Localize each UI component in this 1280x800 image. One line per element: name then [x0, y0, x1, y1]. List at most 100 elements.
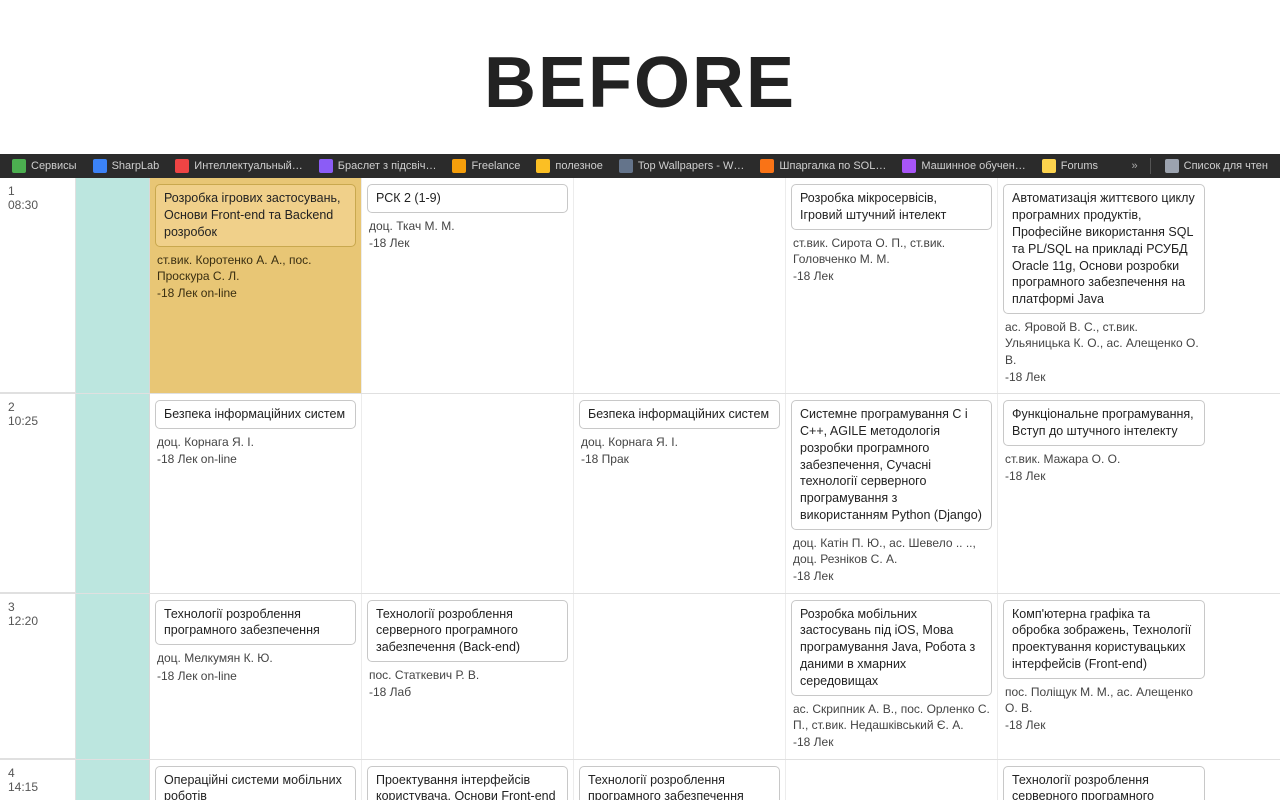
lesson-room: -18 Лек [367, 234, 568, 251]
schedule-cell[interactable]: Технології розроблення програмного забез… [574, 760, 786, 800]
schedule-cell[interactable]: Автоматизація життєвого циклу програмних… [998, 178, 1210, 393]
schedule-cell[interactable] [574, 594, 786, 759]
lesson-title-card: Функціональне програмування, Вступ до шт… [1003, 400, 1205, 446]
schedule-cell[interactable]: Безпека інформаційних систем доц. Корнаг… [574, 394, 786, 593]
schedule-cell[interactable]: Технології розроблення програмного забез… [150, 594, 362, 759]
lesson-teacher: доц. Мелкумян К. Ю. [155, 649, 356, 666]
lesson-room: -18 Прак [579, 450, 780, 467]
lesson-teacher: ст.вик. Коротенко А. А., пос. Проскура С… [155, 251, 356, 284]
bookmark-label: Браслет з підсвіч… [338, 160, 437, 172]
lesson-title-card: Автоматизація життєвого циклу програмних… [1003, 184, 1205, 314]
lesson-room: -18 Лек [791, 267, 992, 284]
schedule-cell[interactable] [362, 394, 574, 593]
bookmark-icon [12, 159, 26, 173]
bookmark-item[interactable]: SharpLab [87, 156, 166, 176]
lesson-room: -18 Лек [1003, 368, 1205, 385]
spacer-cell [76, 594, 150, 759]
period-time: 08:30 [8, 198, 67, 212]
bookmark-item[interactable]: Браслет з підсвіч… [313, 156, 443, 176]
bookmark-item[interactable]: Шпаргалка по SOL… [754, 156, 892, 176]
bookmark-icon [175, 159, 189, 173]
schedule-cell[interactable]: Системне програмування C і C++, AGILE ме… [786, 394, 998, 593]
lesson-teacher: пос. Статкевич Р. В. [367, 666, 568, 683]
schedule-cell[interactable] [574, 178, 786, 393]
lesson-title-card: Технології розроблення серверного програ… [1003, 766, 1205, 800]
period-cell: 1 08:30 [0, 178, 76, 393]
bookmark-item[interactable]: Сервисы [6, 156, 83, 176]
period-ordinal: 4 [8, 766, 15, 780]
bookmark-item[interactable]: Интеллектуальный… [169, 156, 308, 176]
bookmark-label: Top Wallpapers - W… [638, 160, 745, 172]
bookmark-label: SharpLab [112, 160, 160, 172]
schedule-cell[interactable]: Технології розроблення серверного програ… [362, 594, 574, 759]
lesson-teacher: доц. Корнага Я. І. [155, 433, 356, 450]
bookmark-icon [319, 159, 333, 173]
lesson-room: -18 Лек [1003, 716, 1205, 733]
schedule-cell[interactable]: Операційні системи мобільних роботів доц… [150, 760, 362, 800]
lesson-title-card: Розробка мобільних застосувань під iOS, … [791, 600, 992, 696]
schedule-cell[interactable]: Розробка мобільних застосувань під iOS, … [786, 594, 998, 759]
lesson-title-card: Безпека інформаційних систем [155, 400, 356, 429]
schedule-cell[interactable]: Проектування інтерфейсів користувача, Ос… [362, 760, 574, 800]
lesson-room: -18 Лек [791, 567, 992, 584]
lesson-title-card: Технології розроблення програмного забез… [155, 600, 356, 646]
bookmark-icon [1042, 159, 1056, 173]
lesson-title-card: Безпека інформаційних систем [579, 400, 780, 429]
bookmark-label: Freelance [471, 160, 520, 172]
bookmark-label: Сервисы [31, 160, 77, 172]
period-time: 10:25 [8, 414, 67, 428]
schedule-grid: 1 08:30 Розробка ігрових застосувань, Ос… [0, 178, 1280, 800]
period-cell: 2 10:25 [0, 394, 76, 593]
schedule-row: 2 10:25 Безпека інформаційних систем доц… [0, 394, 1280, 594]
schedule-cell[interactable] [786, 760, 998, 800]
lesson-room: -18 Лаб [367, 683, 568, 700]
period-time: 12:20 [8, 614, 67, 628]
schedule-cell[interactable]: Технології розроблення серверного програ… [998, 760, 1210, 800]
schedule-cell[interactable]: РСК 2 (1-9) доц. Ткач М. М. -18 Лек [362, 178, 574, 393]
bookmark-icon [619, 159, 633, 173]
reading-list-button[interactable]: Список для чтен [1159, 156, 1274, 176]
bookmark-item[interactable]: Forums [1036, 156, 1104, 176]
schedule-row: 1 08:30 Розробка ігрових застосувань, Ос… [0, 178, 1280, 394]
period-cell: 3 12:20 [0, 594, 76, 759]
lesson-title-card: Технології розроблення програмного забез… [579, 766, 780, 800]
schedule-cell[interactable]: Розробка мікросервісів, Ігровий штучний … [786, 178, 998, 393]
bookmark-label: Интеллектуальный… [194, 160, 302, 172]
lesson-teacher: доц. Корнага Я. І. [579, 433, 780, 450]
page-title: BEFORE [0, 0, 1280, 154]
spacer-cell [76, 760, 150, 800]
bookmark-icon [536, 159, 550, 173]
period-ordinal: 2 [8, 400, 15, 414]
bookmark-icon [452, 159, 466, 173]
lesson-title-card: Розробка мікросервісів, Ігровий штучний … [791, 184, 992, 230]
lesson-teacher: ас. Скрипник А. В., пос. Орленко С. П., … [791, 700, 992, 733]
lesson-teacher: доц. Катін П. Ю., ас. Шевело .. .., доц.… [791, 534, 992, 567]
lesson-room: -18 Лек on-line [155, 284, 356, 301]
lesson-title-card: Операційні системи мобільних роботів [155, 766, 356, 800]
bookmark-item[interactable]: полезное [530, 156, 608, 176]
list-icon [1165, 159, 1179, 173]
spacer-cell [76, 178, 150, 393]
lesson-teacher: доц. Ткач М. М. [367, 217, 568, 234]
bookmark-bar: Сервисы SharpLab Интеллектуальный… Брасл… [0, 154, 1280, 178]
lesson-room: -18 Лек on-line [155, 450, 356, 467]
period-ordinal: 3 [8, 600, 15, 614]
bookmark-icon [760, 159, 774, 173]
bookmark-label: Forums [1061, 160, 1098, 172]
lesson-title-card: Системне програмування C і C++, AGILE ме… [791, 400, 992, 530]
schedule-cell[interactable]: Функціональне програмування, Вступ до шт… [998, 394, 1210, 593]
bookmark-overflow-button[interactable]: » [1128, 160, 1142, 172]
schedule-cell[interactable]: Безпека інформаційних систем доц. Корнаг… [150, 394, 362, 593]
lesson-teacher: ст.вик. Сирота О. П., ст.вик. Головченко… [791, 234, 992, 267]
bookmark-icon [93, 159, 107, 173]
bookmark-separator [1150, 158, 1151, 174]
lesson-teacher: ст.вик. Мажара О. О. [1003, 450, 1205, 467]
bookmark-item[interactable]: Машинное обучен… [896, 156, 1031, 176]
bookmark-item[interactable]: Top Wallpapers - W… [613, 156, 751, 176]
bookmark-item[interactable]: Freelance [446, 156, 526, 176]
schedule-cell[interactable]: Розробка ігрових застосувань, Основи Fro… [150, 178, 362, 393]
spacer-cell [76, 394, 150, 593]
lesson-room: -18 Лек [1003, 467, 1205, 484]
schedule-cell[interactable]: Комп'ютерна графіка та обробка зображень… [998, 594, 1210, 759]
lesson-teacher: пос. Поліщук М. М., ас. Алещенко О. В. [1003, 683, 1205, 716]
